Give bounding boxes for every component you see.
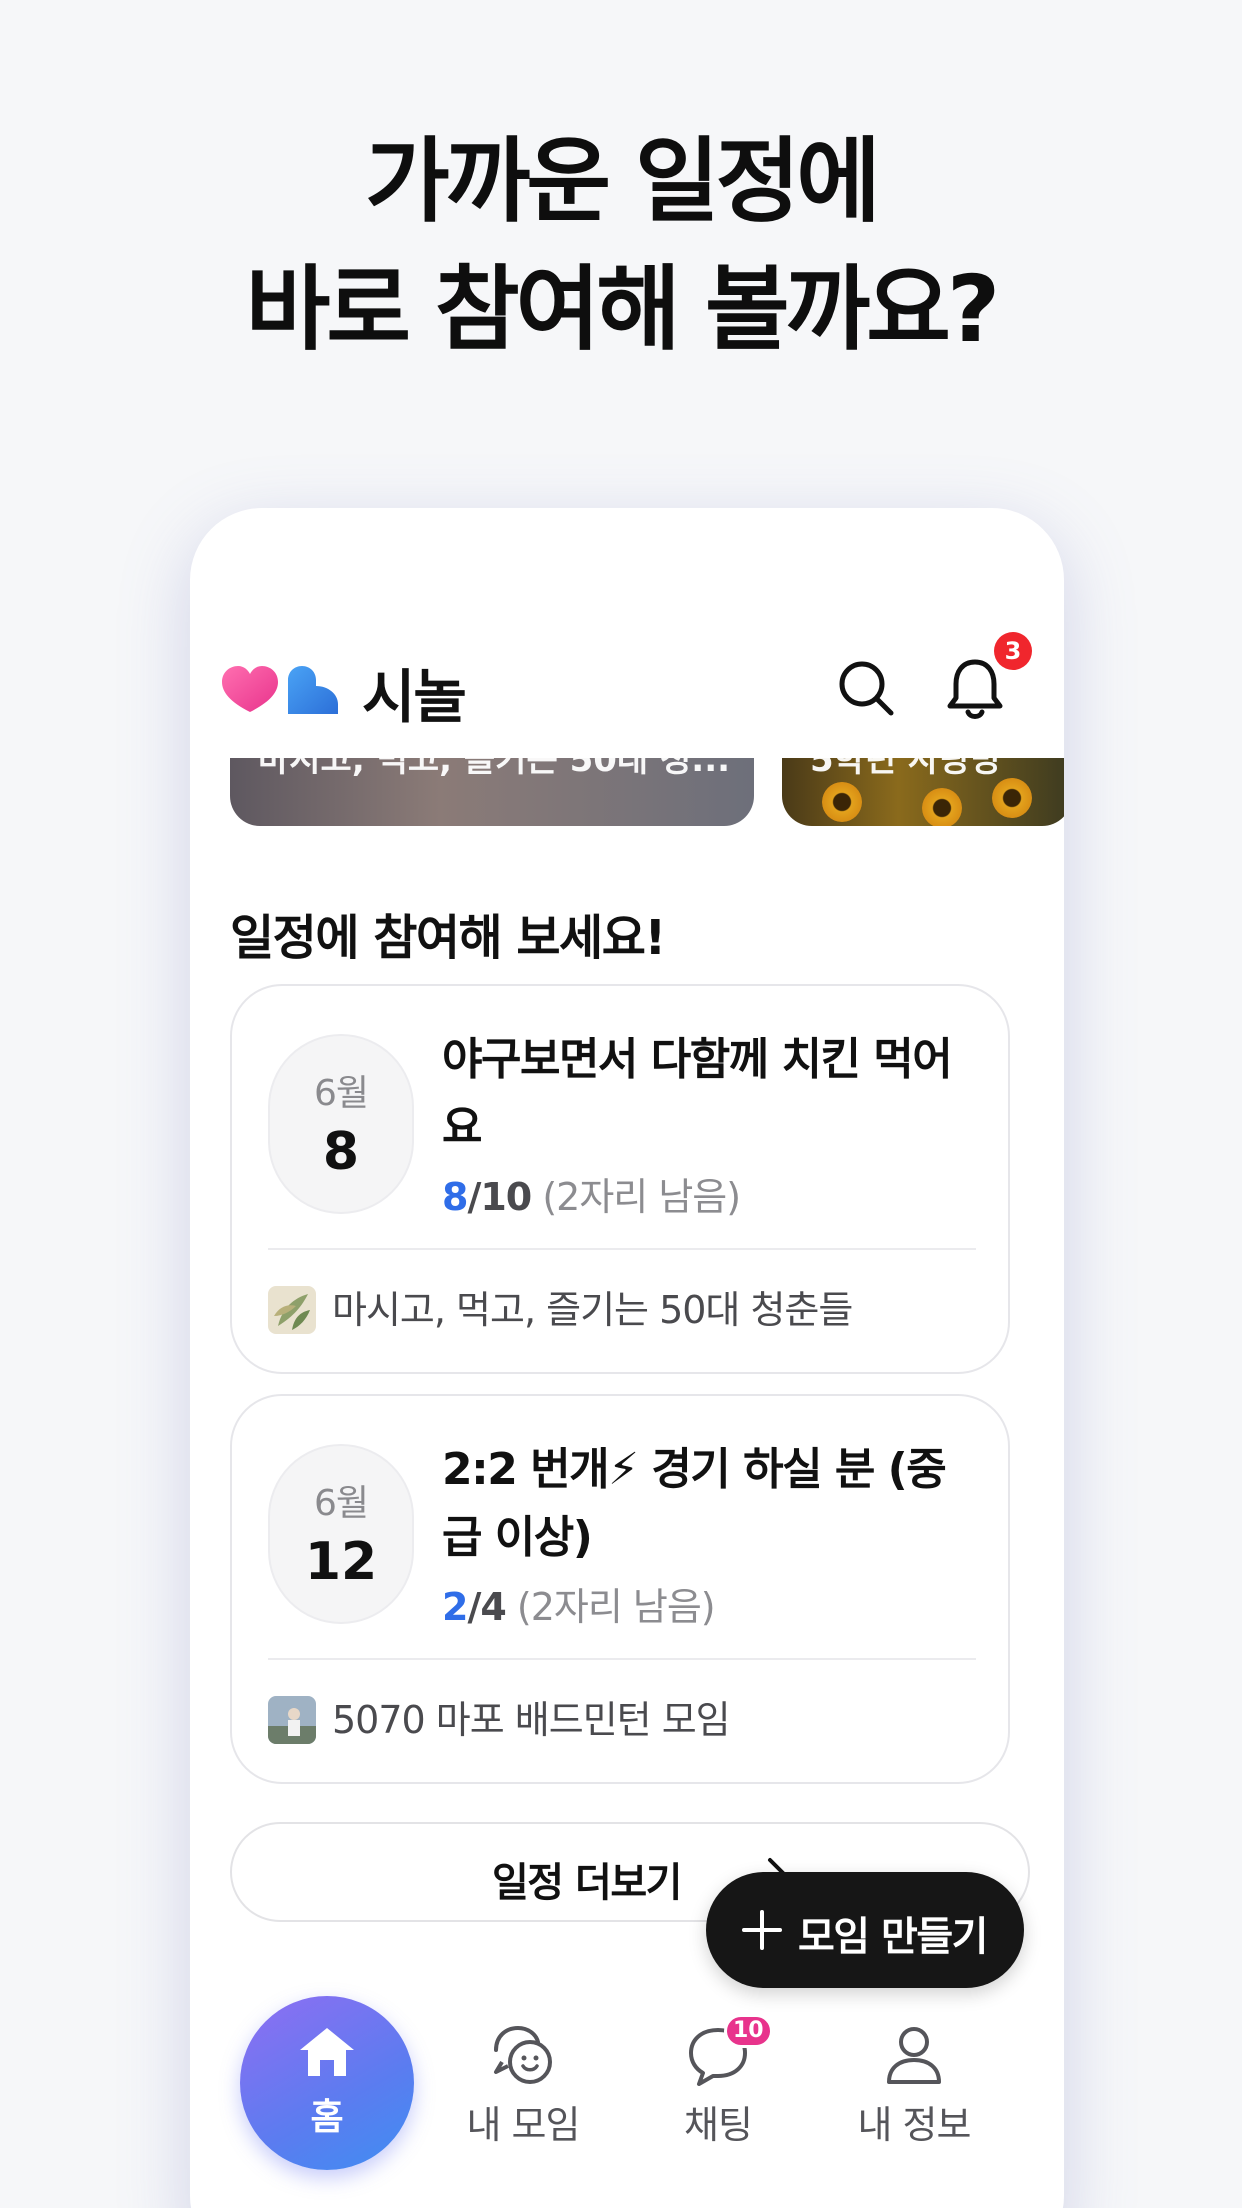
nav-home-label: 홈 — [310, 2097, 344, 2138]
home-icon — [300, 2028, 354, 2076]
count-separator: / — [467, 1175, 481, 1219]
count-separator: / — [467, 1585, 481, 1629]
remaining-seats: (2자리 남음) — [531, 1175, 741, 1219]
notification-badge: 3 — [994, 632, 1032, 670]
date-day: 8 — [322, 1122, 360, 1182]
capacity-count: 10 — [480, 1175, 532, 1219]
divider — [268, 1658, 976, 1660]
event-card[interactable]: 6월 12 2:2 번개⚡ 경기 하실 분 (중급 이상) 2/4 (2자리 남… — [230, 1394, 1010, 1784]
capacity-count: 4 — [480, 1585, 506, 1629]
group-carousel[interactable]: 마시고, 먹고, 즐기는 50대 청... 5학년 사랑방 — [190, 758, 1064, 826]
date-badge: 6월 12 — [268, 1444, 414, 1624]
date-badge: 6월 8 — [268, 1034, 414, 1214]
nav-my-meetings[interactable]: 내 모임 — [433, 2008, 613, 2168]
date-month: 6월 — [313, 1073, 369, 1114]
remaining-seats: (2자리 남음) — [505, 1585, 716, 1629]
search-icon[interactable] — [836, 658, 896, 718]
headline-line-1: 가까운 일정에 — [365, 128, 881, 235]
carousel-slide[interactable]: 마시고, 먹고, 즐기는 50대 청... — [230, 758, 754, 826]
sunflower-image — [992, 778, 1032, 818]
nav-chat-label: 채팅 — [684, 2103, 753, 2147]
nav-my-info[interactable]: 내 정보 — [824, 2008, 1004, 2168]
event-card[interactable]: 6월 8 야구보면서 다함께 치킨 먹어요 8/10 (2자리 남음) 마시고,… — [230, 984, 1010, 1374]
event-title: 야구보면서 다함께 치킨 먹어요 — [442, 1034, 953, 1153]
divider — [268, 1248, 976, 1250]
date-day: 12 — [304, 1532, 378, 1592]
person-icon — [887, 2027, 941, 2084]
nav-home[interactable]: 홈 — [240, 1996, 414, 2170]
chat-smile-icon — [494, 2025, 552, 2084]
nav-my-info-label: 내 정보 — [857, 2103, 972, 2147]
joined-count: 2 — [442, 1585, 468, 1629]
plus-icon — [742, 1910, 782, 1950]
group-name: 5070 마포 배드민턴 모임 — [332, 1698, 731, 1742]
nav-my-meetings-label: 내 모임 — [466, 2103, 581, 2147]
group-thumbnail — [268, 1696, 316, 1744]
headline-line-2: 바로 참여해 볼까요? — [245, 256, 1001, 363]
chat-unread-badge: 10 — [724, 2014, 773, 2048]
joined-count: 8 — [442, 1175, 468, 1219]
section-title: 일정에 참여해 보세요! — [230, 910, 666, 966]
sunflower-image — [922, 788, 962, 826]
create-meeting-button[interactable]: 모임 만들기 — [706, 1872, 1024, 1988]
nav-chat[interactable]: 채팅 10 — [628, 2008, 808, 2168]
promo-headline: 가까운 일정에 바로 참여해 볼까요? — [0, 118, 1242, 374]
event-title: 2:2 번개⚡ 경기 하실 분 (중급 이상) — [442, 1444, 947, 1563]
app-logo — [222, 666, 338, 714]
participant-count: 8/10 (2자리 남음) — [442, 1166, 741, 1221]
more-events-label: 일정 더보기 — [492, 1860, 682, 1906]
app-header: 시놀 — [190, 628, 1064, 758]
carousel-slide-title: 마시고, 먹고, 즐기는 50대 청... — [258, 758, 731, 780]
phone-frame: 시놀 3 마시고, 먹고, 즐기는 50대 청... 5학년 사랑방 일정에 참… — [190, 508, 1064, 2208]
sunflower-image — [822, 782, 862, 822]
group-thumbnail — [268, 1286, 316, 1334]
date-month: 6월 — [313, 1483, 369, 1524]
carousel-slide-title: 5학년 사랑방 — [810, 758, 1002, 780]
app-name: 시놀 — [362, 663, 467, 731]
group-name: 마시고, 먹고, 즐기는 50대 청춘들 — [332, 1288, 853, 1332]
carousel-slide[interactable]: 5학년 사랑방 — [782, 758, 1064, 826]
participant-count: 2/4 (2자리 남음) — [442, 1576, 716, 1631]
create-meeting-label: 모임 만들기 — [798, 1914, 988, 1960]
